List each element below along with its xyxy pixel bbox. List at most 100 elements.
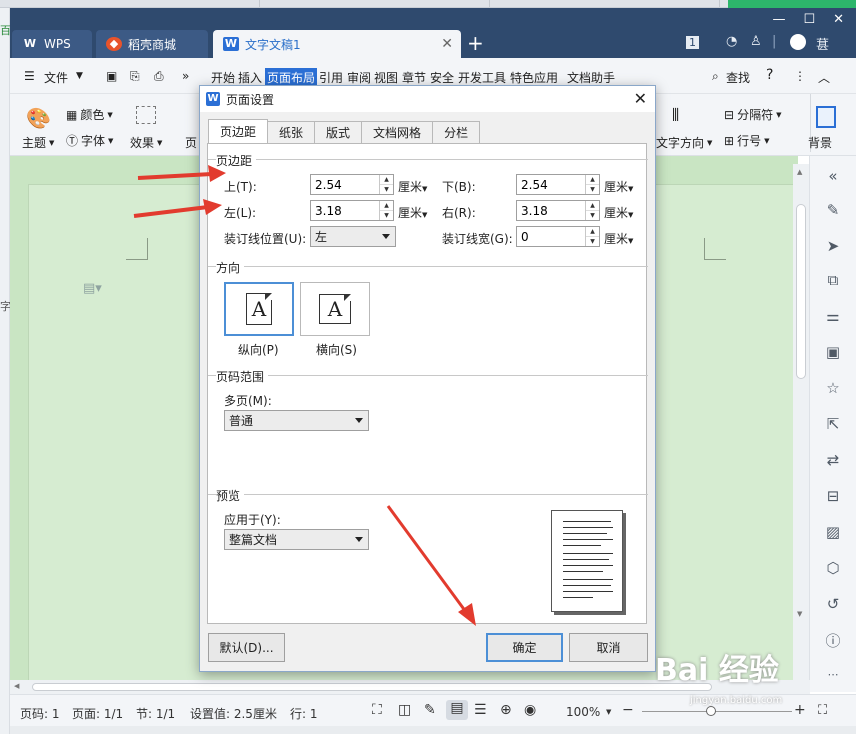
palette-icon[interactable]: 🎨 [26,106,51,130]
maximize-icon[interactable]: ☐ [803,12,815,27]
menu-references[interactable]: 引用 [319,69,343,86]
menu-view[interactable]: 视图 [374,69,398,86]
pen-icon[interactable]: ✎ [823,200,843,220]
vertical-scrollbar[interactable]: ▲ ▼ [793,164,809,680]
zoom-in-button[interactable]: + [794,702,806,718]
status-row[interactable]: 行: 1 [290,705,318,722]
menu-review[interactable]: 审阅 [347,69,371,86]
tab-margins[interactable]: 页边距 [208,119,269,143]
text-direction-button[interactable]: 文字方向 ▼ [656,134,712,151]
status-page-number[interactable]: 页码: 1 [20,705,60,722]
top-margin-input[interactable] [311,175,379,194]
bottom-margin-input[interactable] [517,175,585,194]
menu-features[interactable]: 特色应用 [510,69,558,86]
tab-layout[interactable]: 版式 [314,121,363,143]
more-icon[interactable]: » [182,69,189,83]
status-section[interactable]: 节: 1/1 [136,705,175,722]
scroll-left-icon[interactable]: ◀ [14,682,19,690]
tab-columns[interactable]: 分栏 [432,121,481,143]
menu-chapter[interactable]: 章节 [402,69,426,86]
tab-wps[interactable]: W WPS [12,30,92,58]
sync-icon[interactable]: ◔ [726,34,737,49]
status-setting-value[interactable]: 设置值: 2.5厘米 [190,705,277,722]
format-painter-icon[interactable]: ⎘ [130,69,140,84]
tab-doc-grid[interactable]: 文档网格 [361,121,434,143]
gutter-width-unit[interactable]: 厘米▼ [604,230,633,247]
zoom-slider-thumb[interactable] [706,706,716,716]
right-margin-input[interactable] [517,201,585,220]
increment-icon[interactable]: ▲ [380,201,393,211]
decrement-icon[interactable]: ▼ [380,211,393,220]
collapse-ribbon-icon[interactable]: ︿ [818,69,830,86]
chevron-down-icon[interactable]: ▼ [76,71,83,81]
decrement-icon[interactable]: ▼ [586,237,599,246]
left-margin-unit[interactable]: 厘米▼ [398,204,427,221]
fullscreen-icon[interactable]: ⛶ [372,702,382,718]
image-icon[interactable]: ▣ [823,342,843,362]
theme-button[interactable]: 主题 ▼ [22,134,54,151]
decrement-icon[interactable]: ▼ [586,185,599,194]
left-margin-spinner[interactable]: ▲▼ [310,200,394,221]
more-vertical-icon[interactable]: ⋮ [794,69,806,83]
picture-icon[interactable]: ▨ [823,522,843,542]
increment-icon[interactable]: ▲ [380,175,393,185]
translate-icon[interactable]: ⇄ [823,450,843,470]
zoom-out-button[interactable]: − [622,702,634,718]
window-count-badge[interactable]: 1 [686,36,699,49]
browser-tab[interactable] [490,0,720,7]
increment-icon[interactable]: ▲ [586,175,599,185]
cancel-button[interactable]: 取消 [569,633,648,662]
left-margin-input[interactable] [311,201,379,220]
line-number-button[interactable]: ⊞ 行号 ▼ [724,132,769,149]
menu-start[interactable]: 开始 [211,69,235,86]
ok-button[interactable]: 确定 [486,633,563,662]
background-icon[interactable] [816,106,836,128]
font-button[interactable]: Ⓣ 字体 ▼ [66,132,113,149]
portrait-option[interactable]: A [224,282,294,336]
menu-file[interactable]: 文件 [44,69,68,86]
help-icon[interactable]: ? [766,67,773,83]
browser-tab[interactable] [260,0,490,7]
gutter-width-spinner[interactable]: ▲▼ [516,226,600,247]
shield-icon[interactable]: ⬡ [823,558,843,578]
close-tab-icon[interactable]: ✕ [441,36,453,52]
right-margin-unit[interactable]: 厘米▼ [604,204,633,221]
bottom-margin-spinner[interactable]: ▲▼ [516,174,600,195]
paragraph-icon[interactable]: ▤▾ [83,281,102,296]
new-tab-button[interactable]: + [467,32,484,54]
chevron-down-icon[interactable]: ▼ [606,708,611,716]
multi-page-select[interactable]: 普通 [224,410,369,431]
spinner-arrows[interactable]: ▲ ▼ [379,201,393,220]
effect-icon[interactable] [136,106,156,124]
adjust-icon[interactable]: ⚌ [823,306,843,326]
search-icon[interactable]: ⌕ [712,69,719,84]
landscape-option[interactable]: A [300,282,370,336]
tab-document[interactable]: W 文字文稿1 ✕ [213,30,461,58]
print-icon[interactable]: ⎙ [154,69,164,84]
page-button[interactable]: 页 [185,134,197,151]
right-margin-spinner[interactable]: ▲▼ [516,200,600,221]
spinner-arrows[interactable]: ▲ ▼ [585,175,599,194]
increment-icon[interactable]: ▲ [586,201,599,211]
shapes-icon[interactable]: ⧉ [823,270,843,290]
archive-icon[interactable]: ⊟ [823,486,843,506]
skin-icon[interactable]: ♙ [750,34,762,49]
eye-protection-icon[interactable]: ◉ [524,702,536,718]
minimize-icon[interactable]: — [772,12,785,27]
color-button[interactable]: ▦ 颜色 ▼ [66,106,113,123]
spinner-arrows[interactable]: ▲ ▼ [379,175,393,194]
gutter-position-select[interactable]: 左 [310,226,396,247]
increment-icon[interactable]: ▲ [586,227,599,237]
close-window-icon[interactable]: ✕ [833,12,844,27]
settings-dots-icon[interactable]: ⋯ [823,664,843,684]
edit-icon[interactable]: ✎ [424,702,436,718]
default-button[interactable]: 默认(D)... [208,633,285,662]
menu-insert[interactable]: 插入 [238,69,262,86]
vertical-scroll-thumb[interactable] [796,204,806,379]
spinner-arrows[interactable]: ▲ ▼ [585,201,599,220]
text-direction-icon[interactable]: ⫴ [672,106,679,126]
outline-icon[interactable]: ☰ [474,702,487,718]
browser-active-tab[interactable] [728,0,856,8]
bottom-margin-unit[interactable]: 厘米▼ [604,178,633,195]
decrement-icon[interactable]: ▼ [380,185,393,194]
